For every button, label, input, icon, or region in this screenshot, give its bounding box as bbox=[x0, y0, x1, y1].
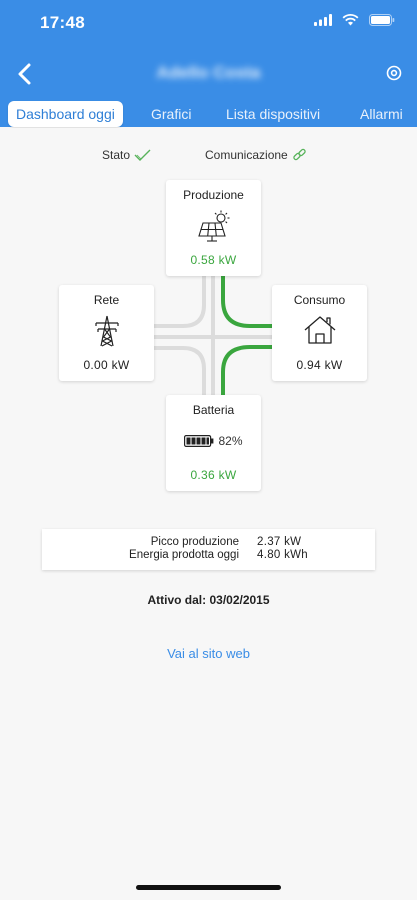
house-icon bbox=[304, 316, 335, 344]
website-link[interactable]: Vai al sito web bbox=[0, 646, 417, 661]
solar-panel-icon bbox=[197, 210, 229, 242]
batteria-title: Batteria bbox=[192, 403, 235, 417]
flow-line-produzione-rete bbox=[153, 276, 206, 328]
power-tower-icon bbox=[94, 315, 119, 347]
card-produzione[interactable]: Produzione 0.58 kW bbox=[166, 180, 261, 276]
batteria-value: 0.36 kW bbox=[190, 468, 237, 482]
produzione-title: Produzione bbox=[183, 188, 244, 202]
battery-level: 82% bbox=[218, 434, 243, 448]
card-rete[interactable]: Rete 0.00 kW bbox=[59, 285, 154, 381]
home-indicator[interactable] bbox=[136, 885, 281, 890]
consumo-title: Consumo bbox=[293, 293, 346, 307]
active-since-date: 03/02/2015 bbox=[209, 593, 270, 607]
card-batteria[interactable]: Batteria 82% 0.36 kW bbox=[166, 395, 261, 491]
rete-title: Rete bbox=[93, 293, 120, 307]
peak-label: Picco produzione bbox=[150, 536, 239, 548]
peak-value: 2.37 kW bbox=[257, 536, 302, 548]
summary-row-energy: Energia prodotta oggi 4.80 kWh bbox=[42, 548, 375, 562]
active-since-label: Attivo dal: bbox=[147, 593, 207, 607]
active-since: Attivo dal: 03/02/2015 bbox=[0, 593, 417, 607]
summary-row-peak: Picco produzione 2.37 kW bbox=[42, 535, 375, 549]
card-consumo[interactable]: Consumo 0.94 kW bbox=[272, 285, 367, 381]
summary-box: Picco produzione 2.37 kW Energia prodott… bbox=[42, 529, 375, 570]
consumo-value: 0.94 kW bbox=[296, 358, 343, 372]
energy-label: Energia prodotta oggi bbox=[129, 549, 239, 561]
flow-line-rete-batteria bbox=[153, 346, 206, 395]
flow-line-produzione-consumo bbox=[221, 276, 272, 328]
battery-level-row: 82% bbox=[166, 434, 261, 448]
produzione-value: 0.58 kW bbox=[190, 253, 237, 267]
flow-line-batteria-consumo bbox=[221, 345, 272, 395]
rete-value: 0.00 kW bbox=[83, 358, 130, 372]
energy-value: 4.80 kWh bbox=[257, 549, 308, 561]
battery-icon bbox=[184, 435, 214, 447]
